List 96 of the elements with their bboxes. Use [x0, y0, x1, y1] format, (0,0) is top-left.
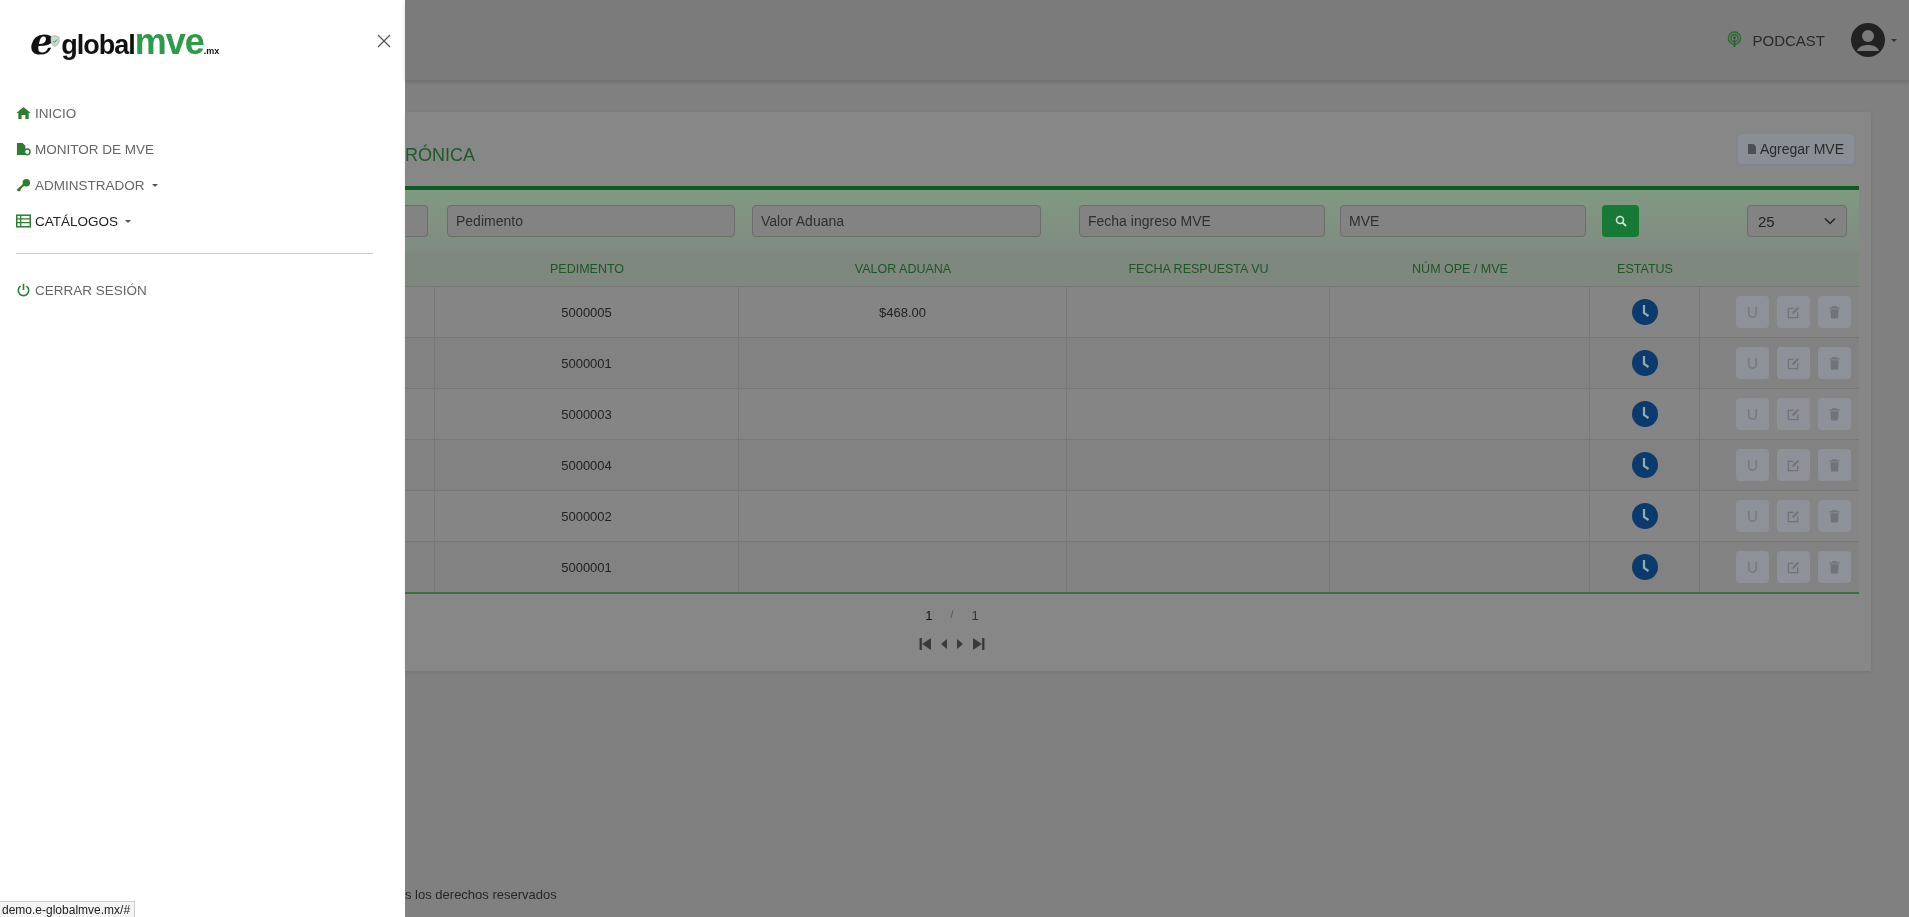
clock-icon	[1631, 554, 1658, 580]
table-cell: 5000001	[561, 559, 612, 575]
filter-field[interactable]: MVE	[1340, 205, 1586, 237]
clock-icon	[1631, 401, 1658, 427]
podcast-link[interactable]: PODCAST	[1727, 31, 1825, 49]
document-icon	[16, 142, 31, 156]
table-cell: 5000002	[561, 508, 612, 524]
filter-field[interactable]: Fecha ingreso MVE	[1079, 205, 1325, 237]
u-shape-button[interactable]	[1736, 551, 1769, 583]
edit-button[interactable]	[1777, 551, 1810, 583]
table-cell: 5000001	[561, 355, 612, 371]
edit-button[interactable]	[1777, 449, 1810, 481]
edit-button[interactable]	[1777, 500, 1810, 532]
trash-icon	[1829, 305, 1840, 319]
clock-icon	[1631, 503, 1658, 529]
delete-button[interactable]	[1818, 398, 1851, 430]
table-icon	[16, 214, 31, 228]
logo-mark: e	[30, 21, 55, 60]
u-shape-icon	[1747, 458, 1758, 472]
page-number: 1	[925, 608, 933, 623]
u-shape-icon	[1747, 560, 1758, 574]
column-header: VALOR ADUANA	[853, 261, 953, 278]
filter-field[interactable]: Valor Aduana	[752, 205, 1041, 237]
filter-field[interactable]: Pedimento	[447, 205, 735, 237]
clock-icon	[1631, 299, 1658, 325]
edit-icon	[1787, 407, 1800, 421]
table-cell: $468.00	[879, 304, 926, 320]
edit-icon	[1787, 356, 1800, 370]
clock-icon	[1631, 452, 1658, 478]
delete-button[interactable]	[1818, 551, 1851, 583]
u-shape-button[interactable]	[1736, 449, 1769, 481]
trash-icon	[1829, 509, 1840, 523]
edit-icon	[1787, 458, 1800, 472]
status-url: demo.e-globalmve.mx/#	[0, 901, 136, 917]
column-header: FECHA RESPUESTA VU	[1127, 261, 1270, 278]
next-page-icon[interactable]	[956, 637, 964, 651]
delete-button[interactable]	[1818, 449, 1851, 481]
u-shape-icon	[1747, 356, 1758, 370]
logo-suffix: .mx	[203, 45, 220, 56]
previous-page-icon[interactable]	[940, 637, 948, 651]
u-shape-icon	[1747, 305, 1758, 319]
menu-item[interactable]: CATÁLOGOS	[16, 203, 132, 239]
power-icon	[16, 283, 31, 297]
first-page-icon[interactable]	[919, 637, 932, 651]
home-icon	[16, 106, 31, 120]
page-separator: /	[950, 608, 954, 622]
input-field[interactable]	[405, 205, 428, 237]
u-shape-button[interactable]	[1736, 500, 1769, 532]
edit-icon	[1787, 560, 1800, 574]
add-button[interactable]: Agregar MVE	[1736, 133, 1855, 165]
search-button[interactable]	[1602, 205, 1639, 237]
close-icon[interactable]	[377, 34, 391, 48]
table-cell: 5000003	[561, 406, 612, 422]
search-icon	[1614, 215, 1627, 227]
edit-button[interactable]	[1777, 296, 1810, 328]
column-header: PEDIMENTO	[548, 261, 626, 278]
edit-button[interactable]	[1777, 398, 1810, 430]
trash-icon	[1829, 356, 1840, 370]
logout-link[interactable]: CERRAR SESIÓN	[16, 272, 147, 308]
u-shape-icon	[1747, 407, 1758, 421]
page-size-select[interactable]: 25	[1747, 205, 1847, 237]
footer-text: s los derechos reservados	[405, 887, 557, 902]
user-menu[interactable]	[1851, 23, 1897, 57]
logo-text: global	[61, 29, 135, 61]
trash-icon	[1829, 458, 1840, 472]
card-title: RÓNICA	[405, 143, 475, 166]
trash-icon	[1829, 407, 1840, 421]
column-header: ESTATUS	[1616, 261, 1674, 278]
menu-item[interactable]: ADMINSTRADOR	[16, 167, 158, 203]
avatar-icon	[1851, 23, 1885, 57]
table-cell: 5000004	[561, 457, 612, 473]
edit-icon	[1787, 509, 1800, 523]
u-shape-icon	[1747, 509, 1758, 523]
delete-button[interactable]	[1818, 296, 1851, 328]
chevron-down-icon	[1824, 217, 1836, 225]
menu-item[interactable]: MONITOR DE MVE	[16, 131, 154, 167]
podcast-icon	[1727, 31, 1743, 49]
logo-brand: mve	[134, 23, 204, 60]
document-icon	[1747, 144, 1756, 154]
shield-icon	[50, 35, 61, 47]
edit-button[interactable]	[1777, 347, 1810, 379]
u-shape-button[interactable]	[1736, 347, 1769, 379]
delete-button[interactable]	[1818, 347, 1851, 379]
u-shape-button[interactable]	[1736, 398, 1769, 430]
page-total: 1	[971, 608, 979, 623]
trash-icon	[1829, 560, 1840, 574]
u-shape-button[interactable]	[1736, 296, 1769, 328]
caret-icon	[1891, 38, 1897, 42]
menu-item[interactable]: INICIO	[16, 95, 77, 131]
last-page-icon[interactable]	[972, 637, 985, 651]
key-icon	[16, 178, 31, 192]
table-cell: 5000005	[561, 304, 612, 320]
clock-icon	[1631, 350, 1658, 376]
column-header: NÚM OPE / MVE	[1411, 260, 1509, 278]
delete-button[interactable]	[1818, 500, 1851, 532]
edit-icon	[1787, 305, 1800, 319]
